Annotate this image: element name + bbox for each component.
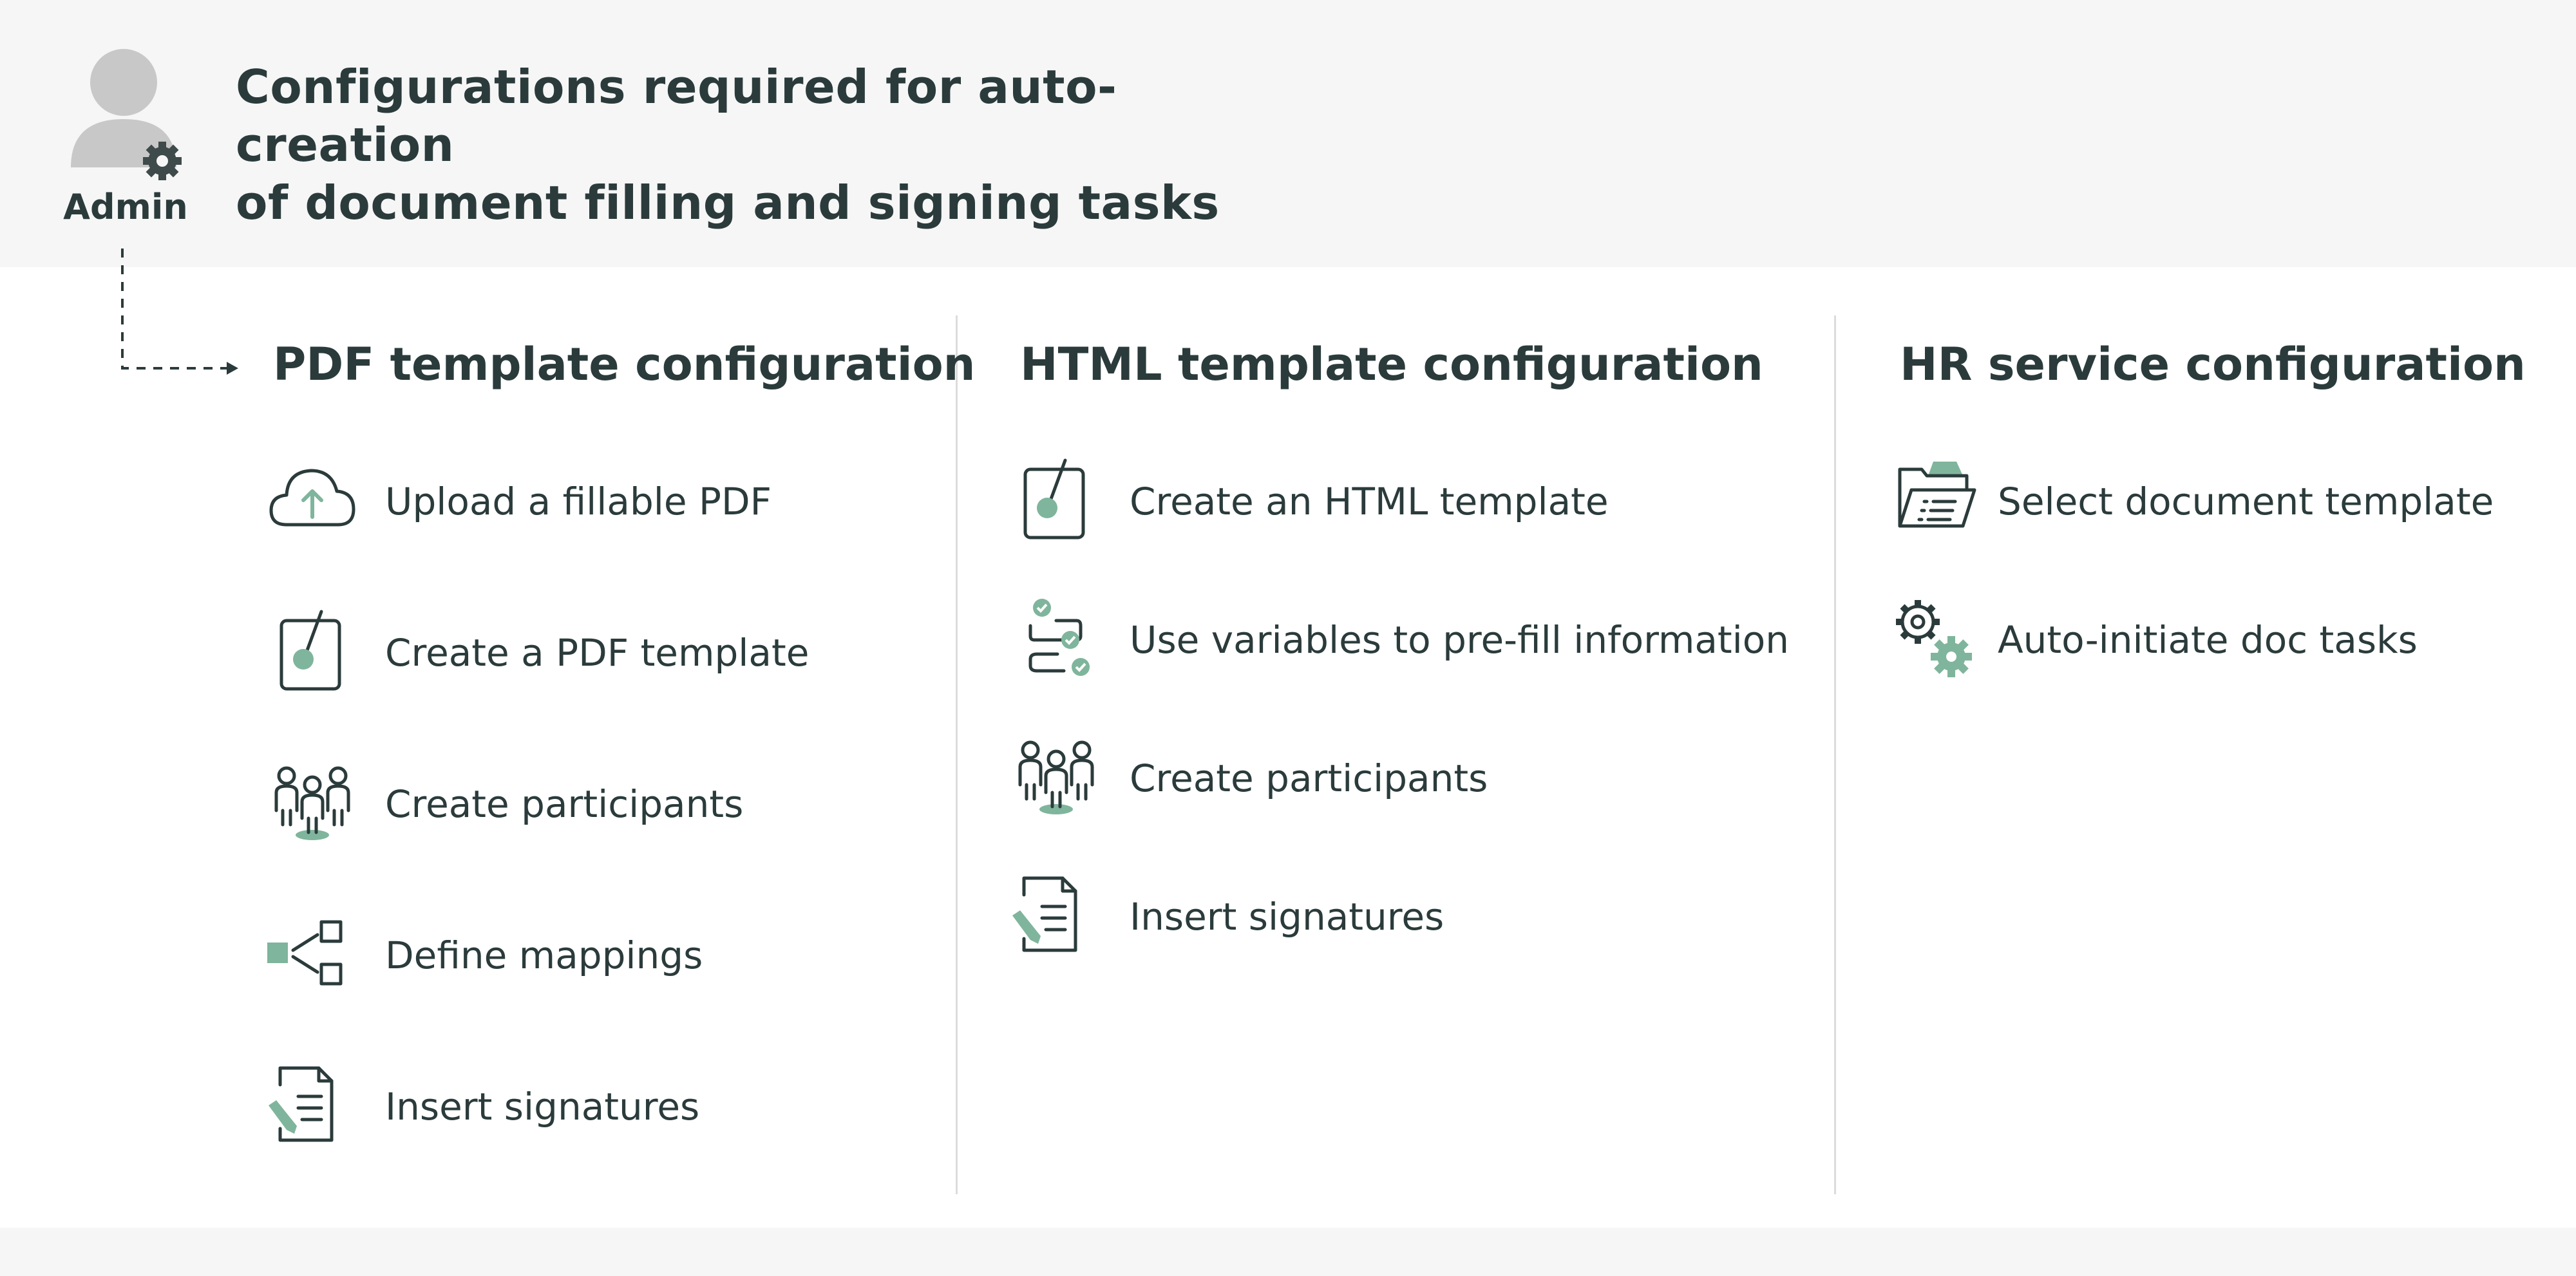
html-item-variables: Use variables to pre-fill information [1011, 592, 1810, 682]
signature-document-icon [269, 1066, 334, 1142]
hr-item-auto-initiate: Auto-initiate doc tasks [1892, 592, 2562, 682]
cloud-upload-icon [269, 469, 355, 527]
page-title: Configurations required for auto-creatio… [236, 58, 1331, 232]
html-config-heading: HTML template configuration [1020, 338, 1763, 391]
pdf-item-participants: Create participants [267, 756, 911, 847]
pdf-item-mappings: Define mappings [267, 908, 911, 998]
item-label: Create a PDF template [385, 631, 810, 675]
item-label: Create an HTML template [1130, 480, 1609, 523]
column-divider-1 [956, 315, 958, 1194]
footer-band [0, 1228, 2576, 1276]
html-item-signatures: Insert signatures [1011, 869, 1810, 959]
admin-avatar-icon [71, 49, 182, 180]
pdf-item-signatures: Insert signatures [267, 1059, 911, 1149]
folder-document-icon [1898, 462, 1976, 528]
mapping-icon [267, 920, 343, 986]
item-label: Define mappings [385, 934, 703, 977]
page-title-line-1: Configurations required for auto-creatio… [236, 60, 1117, 172]
gears-icon [1896, 600, 1972, 677]
html-item-create-template: Create an HTML template [1011, 454, 1810, 544]
column-divider-2 [1834, 315, 1836, 1194]
pdf-config-heading: PDF template configuration [273, 338, 976, 391]
page-title-line-2: of document filling and signing tasks [236, 176, 1220, 230]
item-label: Upload a fillable PDF [385, 480, 772, 523]
html-item-participants: Create participants [1011, 731, 1810, 821]
template-brush-icon [1023, 458, 1085, 539]
item-label: Insert signatures [385, 1085, 700, 1129]
pdf-item-create-template: Create a PDF template [267, 605, 911, 695]
item-label: Create participants [1130, 756, 1488, 800]
item-label: Create participants [385, 782, 744, 826]
item-label: Select document template [1998, 480, 2494, 523]
admin-flow-arrow [121, 249, 238, 375]
participants-icon [274, 766, 350, 840]
item-label: Auto-initiate doc tasks [1998, 618, 2418, 662]
item-label: Use variables to pre-fill information [1130, 618, 1790, 662]
item-label: Insert signatures [1130, 895, 1444, 939]
signature-document-icon [1012, 876, 1077, 952]
template-brush-icon [279, 610, 341, 691]
admin-label: Admin [63, 187, 188, 227]
admin-gear-icon [143, 142, 182, 180]
variables-checklist-icon [1028, 599, 1090, 676]
hr-item-select-template: Select document template [1892, 454, 2562, 544]
participants-icon [1018, 740, 1094, 814]
pdf-item-upload: Upload a fillable PDF [267, 454, 911, 544]
hr-config-heading: HR service configuration [1900, 338, 2526, 391]
